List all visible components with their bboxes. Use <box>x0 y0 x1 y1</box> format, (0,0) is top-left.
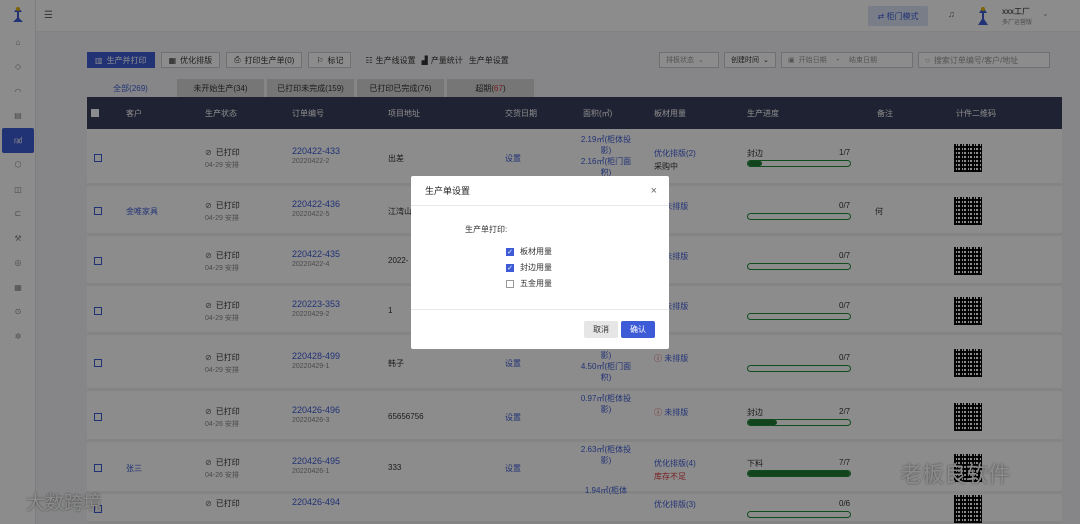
order-settings-dialog: 生产单设置 × 生产单打印: ✓ 板材用量 ✓ 封边用量 五金用量 取消 确认 <box>411 176 669 349</box>
option-hardware[interactable]: 五金用量 <box>506 278 552 289</box>
option-hardware-label: 五金用量 <box>520 279 552 288</box>
cancel-button[interactable]: 取消 <box>584 321 618 338</box>
checkbox-edge[interactable]: ✓ <box>506 263 514 272</box>
print-section-label: 生产单打印: <box>465 225 508 234</box>
option-material[interactable]: ✓ 板材用量 <box>506 246 552 257</box>
option-material-label: 板材用量 <box>520 247 552 256</box>
close-icon[interactable]: × <box>651 185 657 197</box>
checkbox-material[interactable]: ✓ <box>506 247 514 256</box>
dialog-header: 生产单设置 × <box>411 176 669 206</box>
dialog-body: 生产单打印: ✓ 板材用量 ✓ 封边用量 五金用量 <box>411 206 669 310</box>
option-edge-label: 封边用量 <box>520 263 552 272</box>
confirm-button[interactable]: 确认 <box>621 321 655 338</box>
option-edge[interactable]: ✓ 封边用量 <box>506 262 552 273</box>
dialog-title: 生产单设置 <box>425 186 471 196</box>
checkbox-hardware[interactable] <box>506 279 514 288</box>
